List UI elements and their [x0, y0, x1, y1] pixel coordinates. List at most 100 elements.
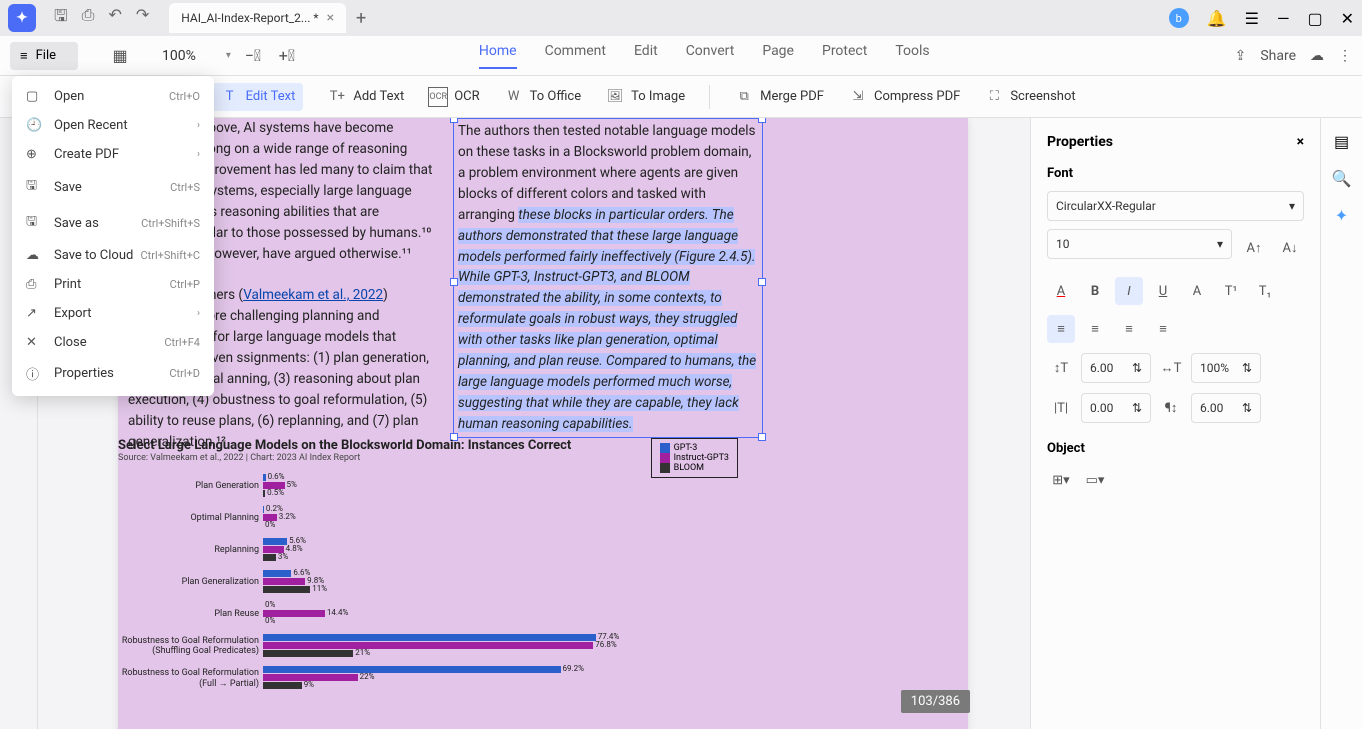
user-badge[interactable]: b — [1169, 8, 1189, 28]
new-tab-button[interactable]: + — [356, 8, 366, 29]
resize-handle[interactable] — [450, 118, 458, 123]
document-tab[interactable]: HAI_AI-Index-Report_2... * × — [169, 3, 346, 33]
scale-input[interactable]: 100%⇅ — [1191, 353, 1261, 383]
align-center-icon[interactable]: ≡ — [1081, 315, 1109, 343]
tab-tools[interactable]: Tools — [895, 43, 929, 69]
tab-page[interactable]: Page — [762, 43, 794, 69]
menu-icon[interactable]: ☰ — [1245, 9, 1259, 28]
resize-handle[interactable] — [450, 278, 458, 286]
edit-text-tool[interactable]: TEdit Text — [212, 83, 304, 111]
fit-page-icon[interactable]: ▦ — [108, 44, 132, 68]
citation-link[interactable]: Valmeekam et al., 2022 — [243, 287, 383, 303]
italic-icon[interactable]: I — [1115, 277, 1143, 305]
menu-item-print[interactable]: ⎙PrintCtrl+P — [12, 270, 214, 299]
bar-value-label: 9% — [304, 680, 314, 689]
zoom-out-icon[interactable]: −⃝ — [241, 44, 265, 68]
line-height-input[interactable]: 6.00⇅ — [1081, 353, 1151, 383]
properties-rail-icon[interactable]: ▤ — [1334, 132, 1349, 151]
tab-close-icon[interactable]: × — [327, 10, 334, 26]
resize-handle[interactable] — [758, 278, 766, 286]
menubar: ≡ File ▦ 100% ▾ −⃝ +⃝ Home Comment Edit … — [0, 36, 1362, 76]
search-rail-icon[interactable]: 🔍 — [1332, 169, 1352, 188]
ocr-icon: OCR — [428, 87, 448, 107]
superscript-icon[interactable]: T¹ — [1217, 277, 1245, 305]
maximize-icon[interactable]: ▢ — [1307, 9, 1322, 28]
panel-close-icon[interactable]: × — [1297, 134, 1304, 150]
chart-category-label: Robustness to Goal Reformulation (Full →… — [118, 668, 263, 689]
bar-value-label: 11% — [312, 584, 327, 593]
tab-edit[interactable]: Edit — [634, 43, 658, 69]
bell-icon[interactable]: 🔔 — [1207, 9, 1227, 28]
font-size-select[interactable]: 10▾ — [1047, 229, 1232, 259]
chart-category-label: Robustness to Goal Reformulation (Shuffl… — [118, 636, 263, 656]
ai-rail-icon[interactable]: ✦ — [1335, 206, 1348, 225]
menu-item-open-recent[interactable]: 🕘Open Recent› — [12, 111, 214, 140]
compress-icon: ⇲ — [848, 87, 868, 107]
ocr-tool[interactable]: OCROCR — [428, 87, 479, 107]
menu-item-label: Create PDF — [54, 147, 119, 162]
menu-item-create-pdf[interactable]: ⊕Create PDF› — [12, 140, 214, 169]
underline-icon[interactable]: U — [1149, 277, 1177, 305]
char-spacing-input[interactable]: 0.00⇅ — [1081, 393, 1151, 423]
bold-icon[interactable]: B — [1081, 277, 1109, 305]
menu-item-save-to-cloud[interactable]: ☁Save to CloudCtrl+Shift+C — [12, 241, 214, 270]
object-align-icon[interactable]: ⊞▾ — [1047, 466, 1075, 494]
increase-font-icon[interactable]: A↑ — [1240, 234, 1268, 262]
more-icon[interactable]: ⋮ — [1338, 48, 1352, 64]
shortcut-label: Ctrl+P — [170, 278, 200, 291]
align-right-icon[interactable]: ≡ — [1115, 315, 1143, 343]
menu-item-save[interactable]: 🖫SaveCtrl+S — [12, 169, 214, 205]
bar-value-label: 76.8% — [595, 640, 616, 649]
menu-item-export[interactable]: ↗Export› — [12, 299, 214, 328]
zoom-value[interactable]: 100% — [142, 48, 216, 64]
align-left-icon[interactable]: ≡ — [1047, 315, 1075, 343]
minimize-icon[interactable]: — — [1277, 9, 1290, 28]
compress-pdf-tool[interactable]: ⇲Compress PDF — [848, 87, 960, 107]
print-icon[interactable]: ⎙ — [82, 5, 95, 32]
menu-item-label: Save — [54, 180, 82, 195]
align-justify-icon[interactable]: ≡ — [1149, 315, 1177, 343]
menu-item-icon: 🕘 — [26, 118, 44, 133]
to-office-tool[interactable]: WTo Office — [504, 87, 582, 107]
file-dropdown-menu: ▢OpenCtrl+O🕘Open Recent›⊕Create PDF›🖫Sav… — [12, 76, 214, 396]
edit-text-icon: T — [220, 87, 240, 107]
legend-swatch — [660, 443, 670, 453]
chart-row: Robustness to Goal Reformulation (Shuffl… — [118, 631, 778, 661]
resize-handle[interactable] — [758, 118, 766, 123]
menu-item-properties[interactable]: ⓘPropertiesCtrl+D — [12, 357, 214, 390]
font-style-icon[interactable]: A — [1183, 277, 1211, 305]
chart-legend: GPT-3 Instruct-GPT3 BLOOM — [651, 438, 738, 478]
tab-convert[interactable]: Convert — [686, 43, 735, 69]
screenshot-tool[interactable]: ⛶Screenshot — [984, 87, 1075, 107]
to-image-tool[interactable]: 🖼To Image — [605, 87, 685, 107]
font-color-icon[interactable]: A — [1047, 277, 1075, 305]
redo-icon[interactable]: ↷ — [136, 5, 149, 32]
tab-comment[interactable]: Comment — [545, 43, 606, 69]
char-spacing-icon: |T| — [1047, 394, 1075, 422]
cloud-icon[interactable]: ☁ — [1310, 48, 1324, 64]
tab-home[interactable]: Home — [479, 43, 517, 69]
font-family-select[interactable]: CircularXX-Regular▾ — [1047, 191, 1304, 221]
file-menu-button[interactable]: ≡ File — [10, 42, 78, 70]
para-spacing-input[interactable]: 6.00⇅ — [1191, 393, 1261, 423]
menu-item-open[interactable]: ▢OpenCtrl+O — [12, 82, 214, 111]
subscript-icon[interactable]: T₁ — [1251, 277, 1279, 305]
object-fill-icon[interactable]: ▭▾ — [1081, 466, 1109, 494]
zoom-in-icon[interactable]: +⃝ — [275, 44, 299, 68]
undo-icon[interactable]: ↶ — [108, 5, 121, 32]
zoom-dropdown-icon[interactable]: ▾ — [226, 50, 231, 61]
main-tabs: Home Comment Edit Convert Page Protect T… — [479, 43, 930, 69]
selected-text-box[interactable]: The authors then tested notable language… — [453, 118, 763, 438]
add-text-tool[interactable]: T+Add Text — [327, 87, 404, 107]
merge-pdf-tool[interactable]: ⧉Merge PDF — [734, 87, 824, 107]
file-button-label: File — [36, 48, 56, 63]
save-icon[interactable]: 🖫 — [54, 5, 68, 32]
decrease-font-icon[interactable]: A↓ — [1276, 234, 1304, 262]
chart-category-label: Plan Reuse — [118, 609, 263, 619]
share-button[interactable]: Share — [1260, 48, 1296, 64]
chart-row: Replanning5.6%4.8%3% — [118, 535, 778, 565]
menu-item-save-as[interactable]: 🖫Save asCtrl+Shift+S — [12, 205, 214, 241]
tab-protect[interactable]: Protect — [822, 43, 867, 69]
close-window-icon[interactable]: ✕ — [1341, 9, 1354, 28]
menu-item-close[interactable]: ✕CloseCtrl+F4 — [12, 328, 214, 357]
